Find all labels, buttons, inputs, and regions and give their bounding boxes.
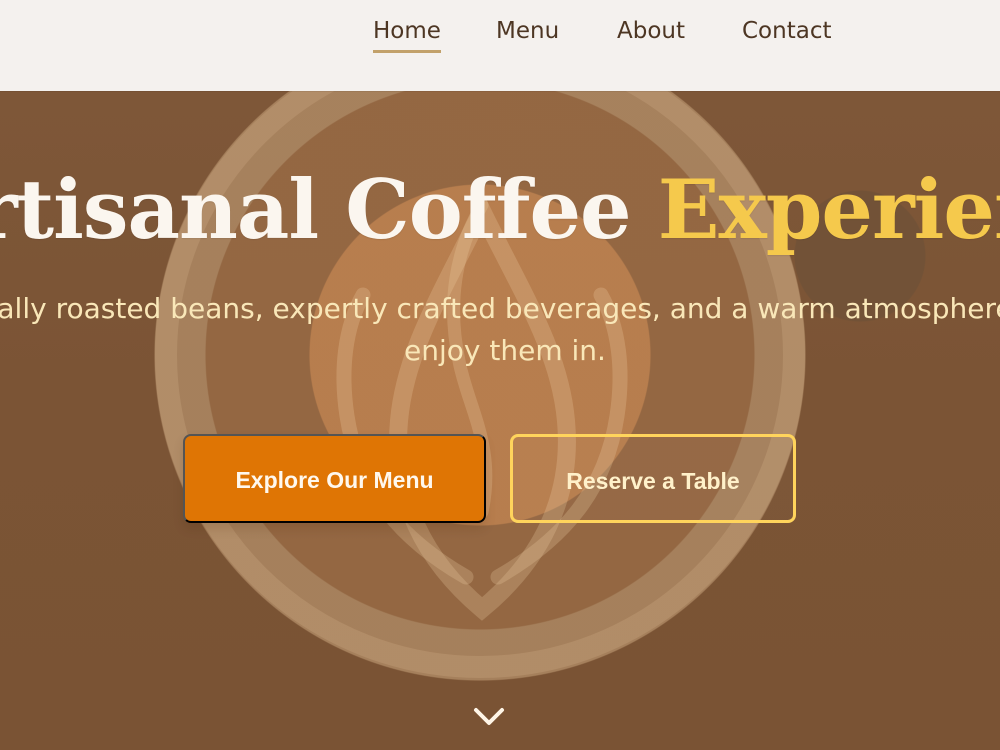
hero-section: rtisanal Coffee Experienc ally roasted b… bbox=[0, 91, 1000, 750]
hero-title: rtisanal Coffee Experienc bbox=[0, 161, 1000, 261]
nav-menu-link[interactable]: Menu bbox=[496, 17, 583, 57]
main-navigation: Home Menu About Contact bbox=[373, 17, 832, 57]
nav-about-link[interactable]: About bbox=[617, 17, 687, 57]
coffee-homepage: Home Menu About Contact rtisanal Coffee … bbox=[0, 0, 1000, 750]
chevron-down-icon[interactable] bbox=[472, 705, 506, 729]
nav-home-link[interactable]: Home bbox=[373, 17, 441, 57]
hero-subtitle: ally roasted beans, expertly crafted bev… bbox=[0, 292, 1000, 367]
hero-title-accent: Experienc bbox=[657, 163, 1000, 258]
nav-contact-link[interactable]: Contact bbox=[742, 17, 832, 57]
explore-menu-button[interactable]: Explore Our Menu bbox=[183, 434, 486, 523]
top-navigation-bar: Home Menu About Contact bbox=[0, 0, 1000, 91]
hero-title-main: rtisanal Coffee bbox=[0, 163, 658, 258]
reserve-table-button[interactable]: Reserve a Table bbox=[510, 434, 796, 523]
